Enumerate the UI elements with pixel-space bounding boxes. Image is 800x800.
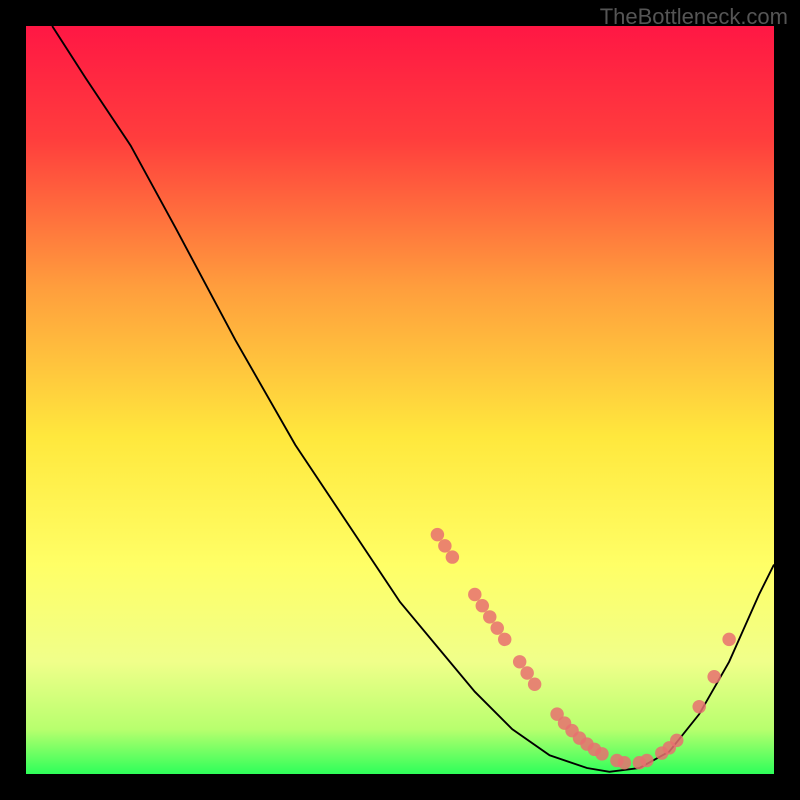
curve-marker [513,655,526,668]
curve-markers [431,528,736,770]
curve-marker [431,528,444,541]
curve-marker [692,700,705,713]
curve-marker [438,539,451,552]
curve-marker [595,747,608,760]
curve-marker [640,754,653,767]
curve-marker [707,670,720,683]
chart-curve [26,26,774,774]
curve-marker [468,588,481,601]
curve-marker [618,756,631,769]
curve-marker [498,633,511,646]
curve-line [52,26,774,772]
curve-marker [446,550,459,563]
curve-marker [528,678,541,691]
watermark-label: TheBottleneck.com [600,4,788,30]
curve-marker [483,610,496,623]
curve-marker [670,734,683,747]
curve-marker [491,621,504,634]
curve-marker [476,599,489,612]
curve-marker [722,633,735,646]
plot-area [26,26,774,774]
curve-marker [520,666,533,679]
